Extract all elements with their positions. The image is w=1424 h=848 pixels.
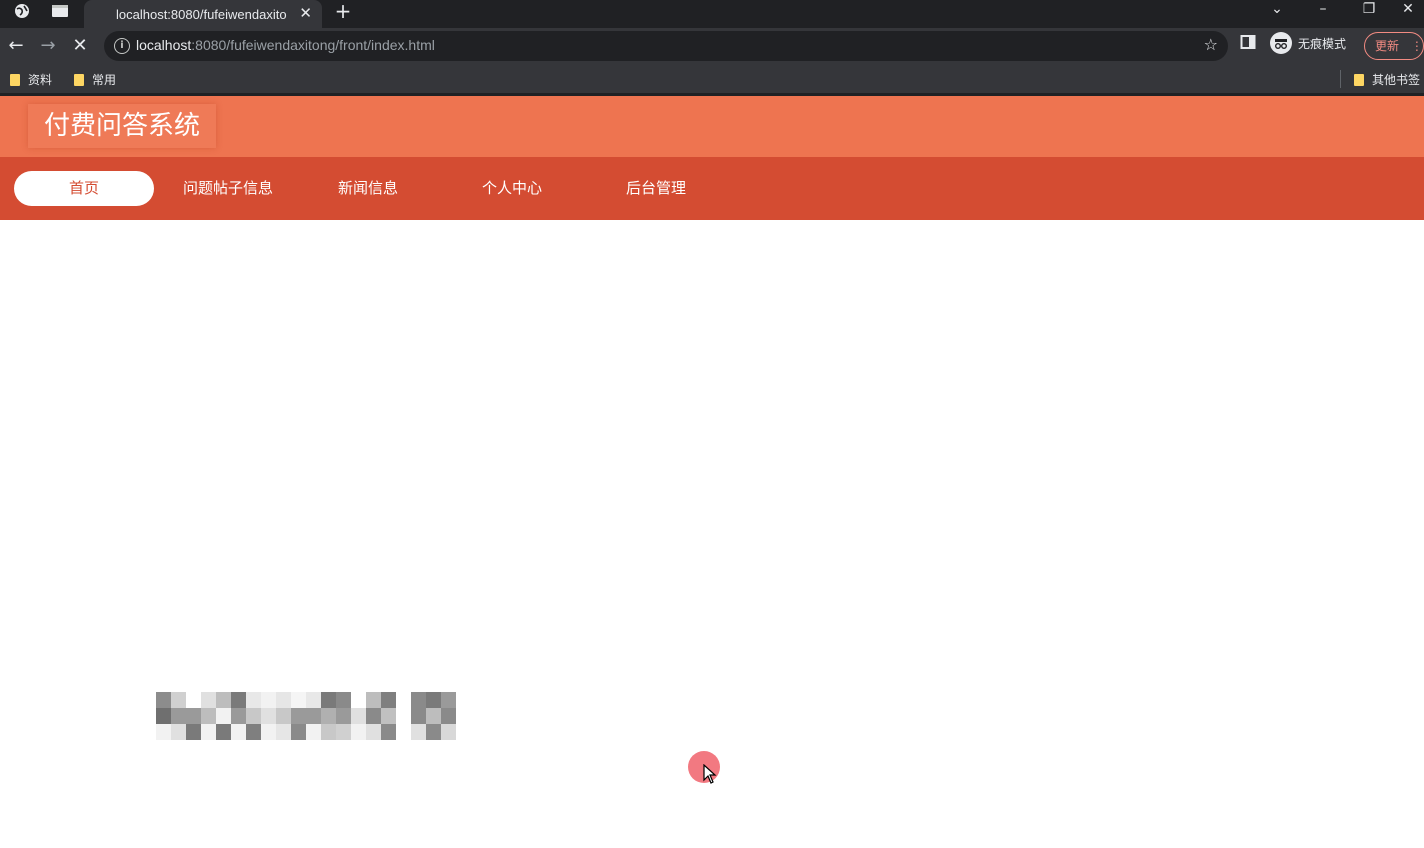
globe-icon[interactable]	[2, 0, 42, 22]
incognito-label: 无痕模式	[1298, 36, 1347, 51]
folder-icon	[1354, 73, 1364, 86]
bookmark-star-icon[interactable]: ☆	[1204, 35, 1218, 54]
nav-item-question-posts[interactable]: 问题帖子信息	[164, 171, 292, 206]
incognito-icon	[1270, 32, 1292, 54]
tab-title: localhost:8080/fufeiwendaxito	[116, 6, 287, 22]
bookmarks-bar: 资料 常用 其他书签	[0, 64, 1424, 94]
restore-icon[interactable]: ❐	[1346, 0, 1392, 22]
chevron-down-icon[interactable]: ⌄	[1254, 0, 1300, 22]
mouse-cursor-icon	[703, 764, 717, 784]
main-content	[0, 220, 1424, 848]
folder-icon	[74, 73, 84, 86]
nav-item-home[interactable]: 首页	[14, 171, 154, 206]
pixelated-placeholder	[156, 692, 486, 742]
bookmark-folder-ziliao[interactable]: 资料	[10, 71, 52, 88]
tab-search-icon[interactable]	[40, 0, 80, 22]
address-bar[interactable]: i localhost:8080/fufeiwendaxitong/front/…	[104, 31, 1228, 61]
forward-arrow-icon[interactable]: →	[36, 34, 60, 58]
bookmarks-divider	[1340, 70, 1341, 88]
minimize-icon[interactable]: –	[1300, 0, 1346, 22]
url-text[interactable]: localhost:8080/fufeiwendaxitong/front/in…	[136, 37, 435, 53]
browser-toolbar: ← → ✕ i localhost:8080/fufeiwendaxitong/…	[0, 28, 1424, 64]
back-arrow-icon[interactable]: ←	[4, 34, 28, 58]
update-button[interactable]: 更新 ⋮	[1364, 32, 1424, 60]
close-icon[interactable]: ✕	[299, 4, 312, 22]
side-panel-icon[interactable]	[1240, 34, 1256, 54]
site-header: 付费问答系统	[0, 96, 1424, 157]
nav-item-admin[interactable]: 后台管理	[606, 171, 706, 206]
stop-loading-icon[interactable]: ✕	[68, 34, 92, 58]
other-bookmarks[interactable]: 其他书签	[1354, 71, 1420, 88]
incognito-indicator[interactable]: 无痕模式	[1270, 32, 1346, 54]
info-icon[interactable]: i	[114, 38, 130, 54]
folder-icon	[10, 73, 20, 86]
site-title: 付费问答系统	[28, 104, 217, 148]
new-tab-icon[interactable]: +	[332, 0, 354, 22]
bookmark-folder-changyong[interactable]: 常用	[74, 71, 116, 88]
nav-item-news[interactable]: 新闻信息	[318, 171, 418, 206]
main-nav: 首页 问题帖子信息 新闻信息 个人中心 后台管理	[0, 157, 1424, 220]
browser-tab[interactable]: localhost:8080/fufeiwendaxito ✕	[84, 0, 322, 28]
nav-item-personal-center[interactable]: 个人中心	[462, 171, 562, 206]
window-close-icon[interactable]: ✕	[1392, 0, 1424, 22]
